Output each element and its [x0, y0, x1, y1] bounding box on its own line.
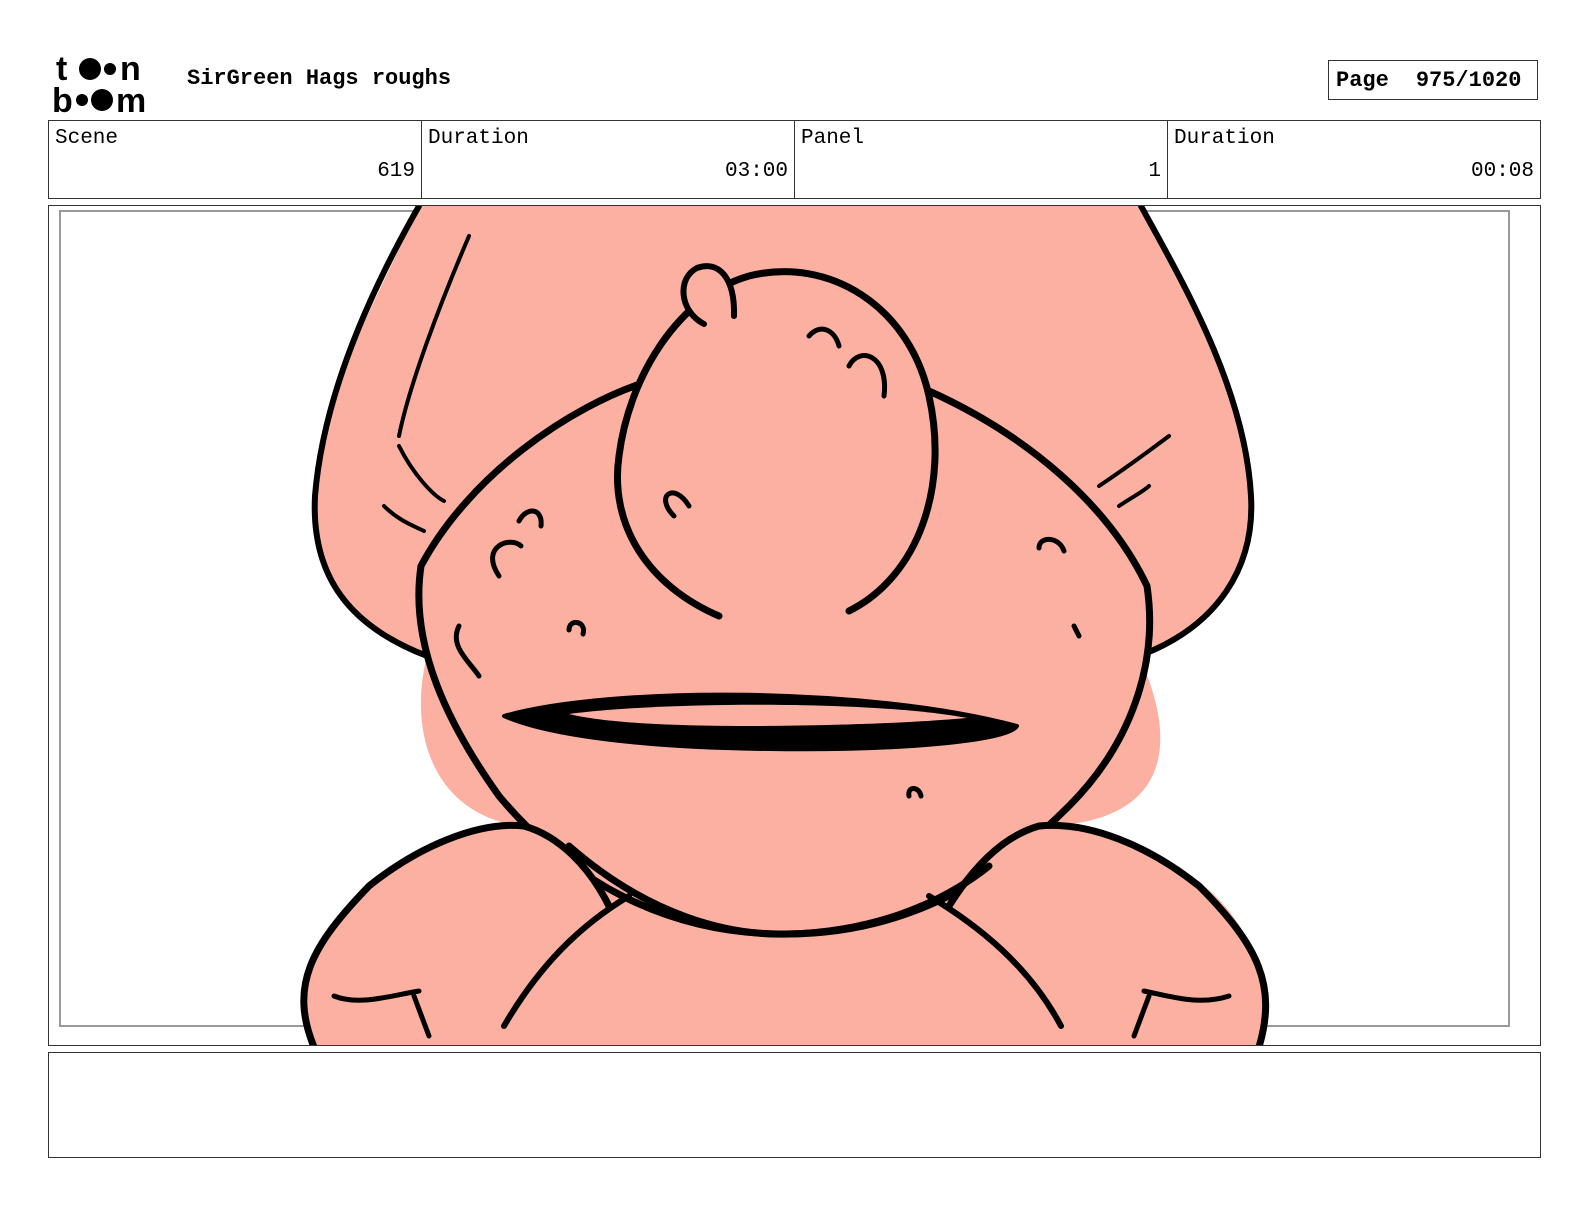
page-label: Page — [1336, 67, 1389, 93]
panel-label: Panel — [801, 127, 865, 150]
page-indicator: Page 975/1020 — [1328, 60, 1538, 100]
nose-tip-bump — [680, 263, 738, 327]
panel-duration-value: 00:08 — [1470, 160, 1534, 183]
scene-duration-label: Duration — [428, 127, 529, 150]
scene-info-row: Scene 619 Duration 03:00 Panel 1 Duratio… — [48, 120, 1541, 199]
panel-duration-cell: Duration 00:08 — [1168, 121, 1540, 198]
scene-cell: Scene 619 — [49, 121, 422, 198]
panel-notes-box[interactable] — [48, 1052, 1541, 1158]
scene-label: Scene — [55, 127, 119, 150]
panel-cell: Panel 1 — [795, 121, 1168, 198]
panel-duration-label: Duration — [1174, 127, 1275, 150]
panel-drawing — [59, 206, 1510, 1045]
svg-text:b: b — [52, 82, 73, 114]
scene-duration-value: 03:00 — [724, 160, 788, 183]
svg-text:m: m — [116, 82, 146, 114]
project-title: SirGreen Hags roughs — [187, 66, 452, 91]
scene-value: 619 — [377, 160, 415, 183]
scene-duration-cell: Duration 03:00 — [422, 121, 795, 198]
panel-value: 1 — [1148, 160, 1161, 183]
toon-boom-logo: t n b m — [52, 50, 146, 114]
storyboard-panel — [48, 205, 1541, 1046]
page-number: 975/1020 — [1415, 67, 1522, 93]
